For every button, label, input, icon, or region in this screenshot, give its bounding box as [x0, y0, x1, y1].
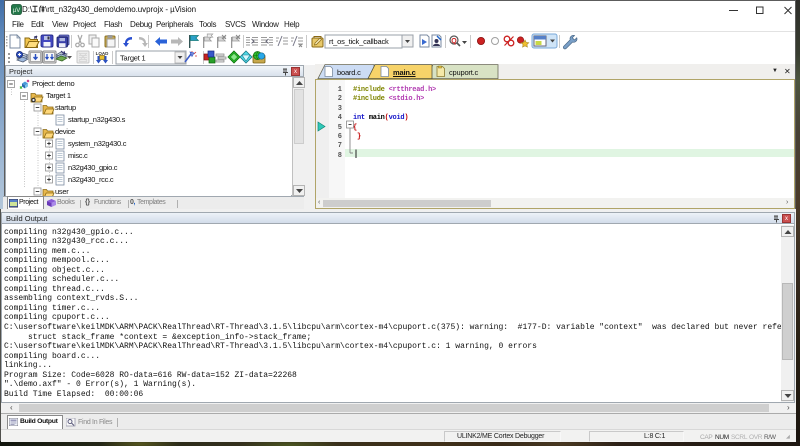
svg-text:µV: µV — [13, 8, 20, 14]
svg-text:Q: Q — [451, 38, 457, 45]
svg-text:rt_os_tick_callback: rt_os_tick_callback — [329, 37, 389, 46]
svg-text:Target 1: Target 1 — [120, 54, 146, 63]
